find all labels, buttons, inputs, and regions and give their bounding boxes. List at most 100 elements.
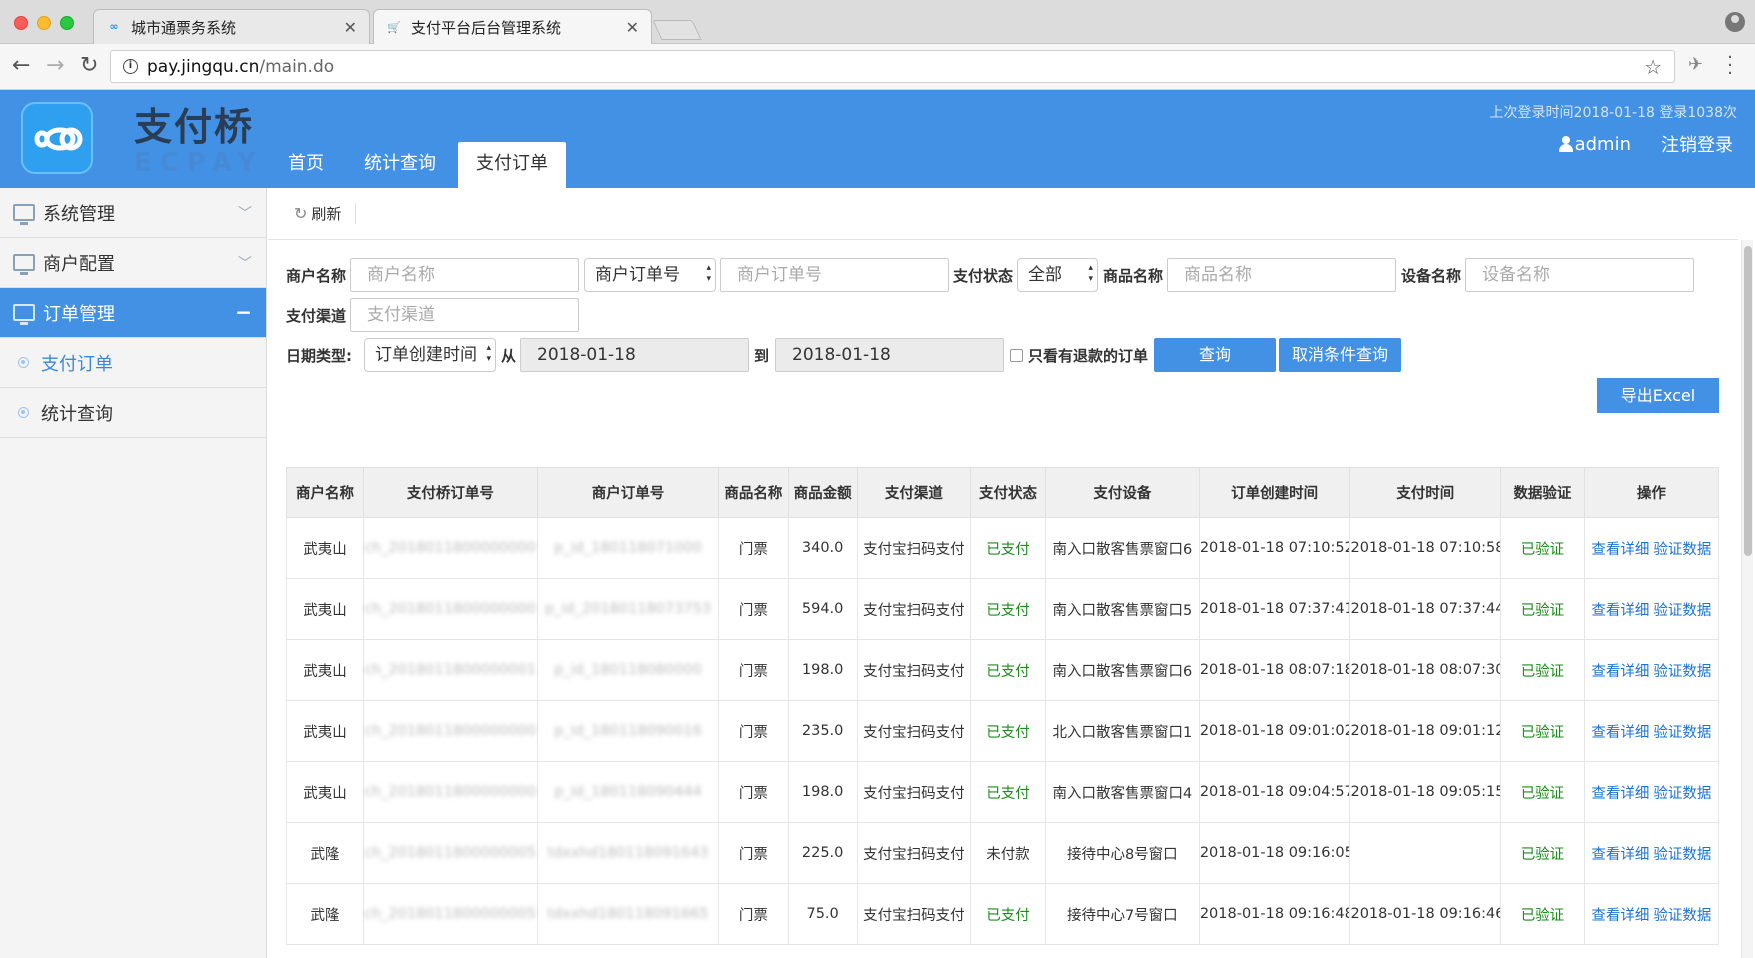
cell-product: 门票 (718, 517, 789, 579)
cell-operations: 查看详细 验证数据 (1583, 578, 1720, 640)
info-icon[interactable]: i (123, 59, 138, 74)
profile-icon[interactable] (1725, 12, 1745, 32)
from-date-input[interactable]: 2018-01-18 (520, 338, 750, 372)
cell-amount: 198.0 (787, 639, 858, 701)
merchant-name-label: 商户名称 (286, 266, 347, 285)
cell-device: 北入口散客售票窗口1 (1044, 700, 1200, 762)
cell-merchant-order-no: tdxxhd180118091665 (536, 883, 720, 945)
url-field[interactable]: i pay.jingqu.cn /main.do ☆ (110, 50, 1675, 83)
nav-statistics[interactable]: 统计查询 (346, 142, 454, 188)
cell-device: 南入口散客售票窗口6 (1044, 517, 1200, 579)
cancel-query-button[interactable]: 取消条件查询 (1279, 338, 1402, 372)
monitor-icon (13, 304, 35, 325)
cell-operations: 查看详细 验证数据 (1583, 883, 1720, 945)
sidebar-item-merchant-config[interactable]: 商户配置 ﹀ (0, 238, 266, 288)
order-type-select[interactable]: 商户订单号 (584, 258, 717, 292)
verify-data-link[interactable]: 验证数据 (1653, 603, 1711, 619)
query-button[interactable]: 查询 (1154, 338, 1277, 372)
filter-row-1: 商户名称 商户名称 商户订单号 商户订单号 支付状态 全部 商品名称 商品名称 … (286, 258, 1695, 292)
window-close-button[interactable] (14, 16, 28, 30)
channel-input[interactable]: 支付渠道 (350, 298, 580, 332)
col-header[interactable]: 支付设备 (1044, 467, 1200, 518)
logout-link[interactable]: 注销登录 (1661, 131, 1733, 157)
view-detail-link[interactable]: 查看详细 (1591, 847, 1649, 863)
sidebar-subitem-payment-orders[interactable]: 支付订单 (0, 338, 266, 388)
cell-amount: 340.0 (787, 517, 858, 579)
cell-bridge-order-no: ch_20180118000000052 (362, 883, 538, 945)
sidebar-subitem-statistics[interactable]: 统计查询 (0, 388, 266, 438)
verify-data-link[interactable]: 验证数据 (1653, 908, 1711, 924)
col-header[interactable]: 操作 (1583, 467, 1720, 518)
window-minimize-button[interactable] (37, 16, 51, 30)
pay-status-select[interactable]: 全部 (1017, 258, 1099, 292)
col-header[interactable]: 支付桥订单号 (362, 467, 538, 518)
view-detail-link[interactable]: 查看详细 (1591, 664, 1649, 680)
col-header[interactable]: 订单创建时间 (1198, 467, 1351, 518)
cell-merchant-order-no: p_id_180118080000 (536, 639, 720, 701)
date-type-select[interactable]: 订单创建时间 (364, 338, 496, 372)
device-name-input[interactable]: 设备名称 (1465, 258, 1695, 292)
refund-only-checkbox[interactable] (1010, 348, 1024, 362)
refresh-button[interactable]: ↻ 刷新 (294, 203, 357, 224)
forward-arrow-icon[interactable]: → (46, 54, 64, 78)
col-header[interactable]: 商品名称 (718, 467, 789, 518)
table-row: 武夷山 ch_20180118000000000 p_id_201801180737… (286, 578, 1720, 640)
reload-icon[interactable]: ↻ (80, 54, 98, 78)
export-excel-button[interactable]: 导出Excel (1597, 378, 1719, 413)
tab-close-icon[interactable]: ✕ (344, 18, 357, 37)
new-tab-button[interactable] (652, 20, 702, 40)
product-name-input[interactable]: 商品名称 (1167, 258, 1397, 292)
cell-operations: 查看详细 验证数据 (1583, 517, 1720, 579)
product-name-label: 商品名称 (1103, 266, 1164, 285)
window-maximize-button[interactable] (60, 16, 74, 30)
back-arrow-icon[interactable]: ← (12, 54, 30, 78)
user-menu[interactable]: admin (1558, 131, 1631, 157)
view-detail-link[interactable]: 查看详细 (1591, 603, 1649, 619)
merchant-name-input[interactable]: 商户名称 (350, 258, 580, 292)
top-nav: 首页 统计查询 支付订单 (270, 142, 570, 188)
sidebar: 系统管理 ﹀ 商户配置 ﹀ 订单管理 − 支付订单 统计查询 (0, 188, 267, 958)
col-header[interactable]: 商户名称 (286, 467, 364, 518)
table-row: 武隆 ch_20180118000000052 tdxxhd180118091665… (286, 883, 1720, 945)
filter-row-2: 支付渠道 支付渠道 (286, 298, 580, 332)
cell-merchant-order-no: p_id_20180118073753 (536, 578, 720, 640)
cell-channel: 支付宝扫码支付 (856, 639, 972, 701)
col-header[interactable]: 数据验证 (1500, 467, 1585, 518)
col-header[interactable]: 支付渠道 (856, 467, 972, 518)
cell-amount: 198.0 (787, 761, 858, 823)
browser-tab-ticketing[interactable]: ∞ 城市通票务系统 ✕ (93, 9, 370, 44)
cell-channel: 支付宝扫码支付 (856, 517, 972, 579)
verify-data-link[interactable]: 验证数据 (1653, 786, 1711, 802)
cell-product: 门票 (718, 578, 789, 640)
verify-data-link[interactable]: 验证数据 (1653, 664, 1711, 680)
col-header[interactable]: 支付时间 (1349, 467, 1502, 518)
to-date-input[interactable]: 2018-01-18 (775, 338, 1005, 372)
extension-icon[interactable]: ✈ (1688, 54, 1703, 75)
browser-menu-icon[interactable]: · · · (1725, 49, 1735, 83)
table-row: 武夷山 ch_20180118000000000 p_id_180118071000… (286, 517, 1720, 579)
verify-data-link[interactable]: 验证数据 (1653, 542, 1711, 558)
view-detail-link[interactable]: 查看详细 (1591, 542, 1649, 558)
col-header[interactable]: 支付状态 (970, 467, 1046, 518)
page-scrollbar[interactable] (1741, 240, 1753, 958)
order-no-input[interactable]: 商户订单号 (720, 258, 950, 292)
cell-device: 接待中心7号窗口 (1044, 883, 1200, 945)
col-header[interactable]: 商户订单号 (536, 467, 720, 518)
cell-operations: 查看详细 验证数据 (1583, 761, 1720, 823)
sidebar-item-order-management[interactable]: 订单管理 − (0, 288, 266, 338)
verify-data-link[interactable]: 验证数据 (1653, 725, 1711, 741)
browser-tab-payment[interactable]: 🛒 支付平台后台管理系统 ✕ (373, 9, 652, 45)
view-detail-link[interactable]: 查看详细 (1591, 786, 1649, 802)
tab-close-icon[interactable]: ✕ (626, 18, 639, 37)
scrollbar-thumb[interactable] (1744, 246, 1752, 556)
col-header[interactable]: 商品金额 (787, 467, 858, 518)
view-detail-link[interactable]: 查看详细 (1591, 725, 1649, 741)
verify-data-link[interactable]: 验证数据 (1653, 847, 1711, 863)
sidebar-item-system[interactable]: 系统管理 ﹀ (0, 188, 266, 238)
last-login-info: 上次登录时间2018-01-18 登录1038次 (1489, 105, 1737, 121)
view-detail-link[interactable]: 查看详细 (1591, 908, 1649, 924)
bookmark-star-icon[interactable]: ☆ (1644, 55, 1662, 79)
cell-bridge-order-no: ch_20180118000000000 (362, 578, 538, 640)
nav-home[interactable]: 首页 (270, 142, 342, 188)
nav-payment-orders[interactable]: 支付订单 (458, 142, 566, 188)
